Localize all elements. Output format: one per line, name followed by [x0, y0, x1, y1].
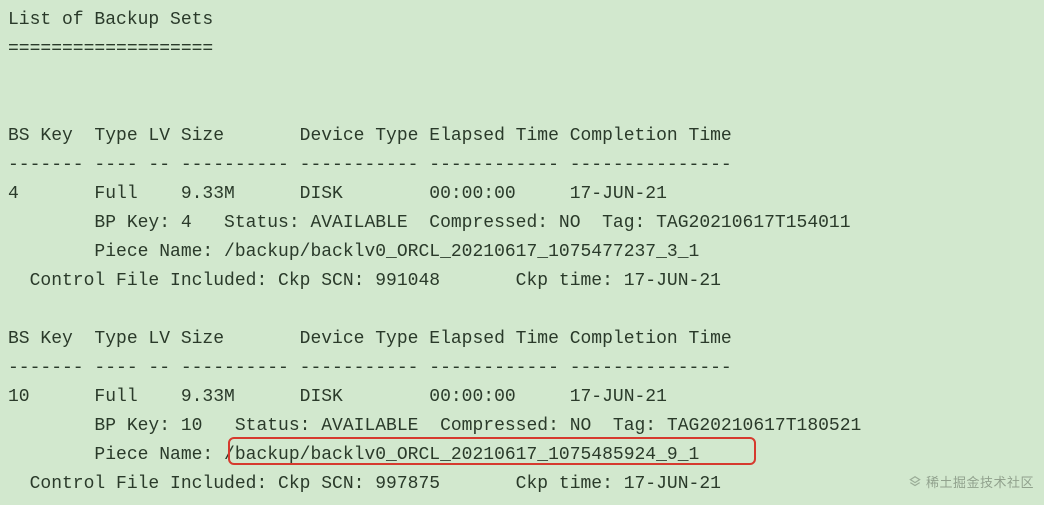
watermark: 稀土掘金技术社区 [908, 468, 1034, 499]
backup-listing: List of Backup Sets =================== … [0, 0, 1044, 505]
watermark-icon [908, 470, 922, 499]
